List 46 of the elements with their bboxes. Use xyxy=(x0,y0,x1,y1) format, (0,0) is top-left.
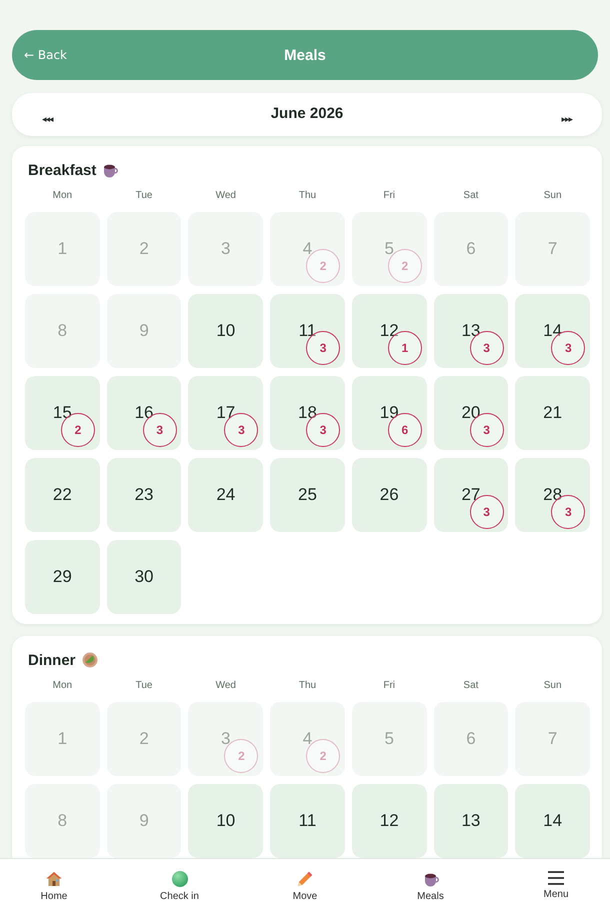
pencil-icon xyxy=(297,871,313,887)
day-cell[interactable]: 10 xyxy=(188,294,264,368)
nav-item[interactable]: Menu xyxy=(532,859,580,912)
menu-icon xyxy=(548,871,564,885)
weekday-label: Mon xyxy=(52,680,74,692)
weekday-label: Wed xyxy=(214,680,237,692)
bowl-icon xyxy=(82,652,98,668)
day-cell[interactable]: 23 xyxy=(106,458,182,532)
weekday-label: Thu xyxy=(298,190,318,202)
day-cell[interactable]: 25 xyxy=(270,458,345,532)
day-cell[interactable]: 22 xyxy=(25,458,100,532)
nav-item[interactable]: Home xyxy=(30,859,78,912)
weekday-label: Sat xyxy=(462,190,480,202)
month-title: June 2026 xyxy=(270,105,344,122)
day-cell[interactable]: 13 xyxy=(434,784,508,858)
weekday-label: Sun xyxy=(542,680,563,692)
weekday-label: Sun xyxy=(542,190,563,202)
nav-item[interactable]: Check in xyxy=(156,859,204,912)
nav-item[interactable]: Move xyxy=(281,859,329,912)
previous-month-button[interactable]: ◂◂◂ xyxy=(42,114,53,124)
calendar-title: Dinner xyxy=(28,652,76,668)
cup-icon xyxy=(102,162,118,178)
weekday-label: Tue xyxy=(134,680,154,692)
day-cell[interactable]: 29 xyxy=(25,540,100,614)
weekday-label: Tue xyxy=(134,190,154,202)
weekday-label: Thu xyxy=(298,680,318,692)
day-cell[interactable]: 21 xyxy=(515,376,590,450)
page-title: Meals xyxy=(284,46,326,64)
day-cell[interactable]: 24 xyxy=(188,458,264,532)
calendar-title: Breakfast xyxy=(28,162,96,178)
day-cell[interactable]: 12 xyxy=(352,784,427,858)
weekday-label: Sat xyxy=(462,680,480,692)
ball-icon xyxy=(172,871,188,887)
next-month-button[interactable]: ▸▸▸ xyxy=(561,114,572,124)
house-icon xyxy=(46,871,62,887)
day-cell[interactable]: 30 xyxy=(106,540,182,614)
day-cell[interactable]: 14 xyxy=(515,784,590,858)
weekday-label: Fri xyxy=(382,190,396,202)
weekday-label: Wed xyxy=(214,190,237,202)
weekday-label: Fri xyxy=(382,680,396,692)
cup-icon xyxy=(422,871,438,887)
day-cell[interactable]: 10 xyxy=(188,784,264,858)
day-cell[interactable]: 11 xyxy=(270,784,345,858)
nav-item[interactable]: Meals xyxy=(406,859,454,912)
weekday-label: Mon xyxy=(52,190,74,202)
day-cell[interactable]: 26 xyxy=(352,458,427,532)
